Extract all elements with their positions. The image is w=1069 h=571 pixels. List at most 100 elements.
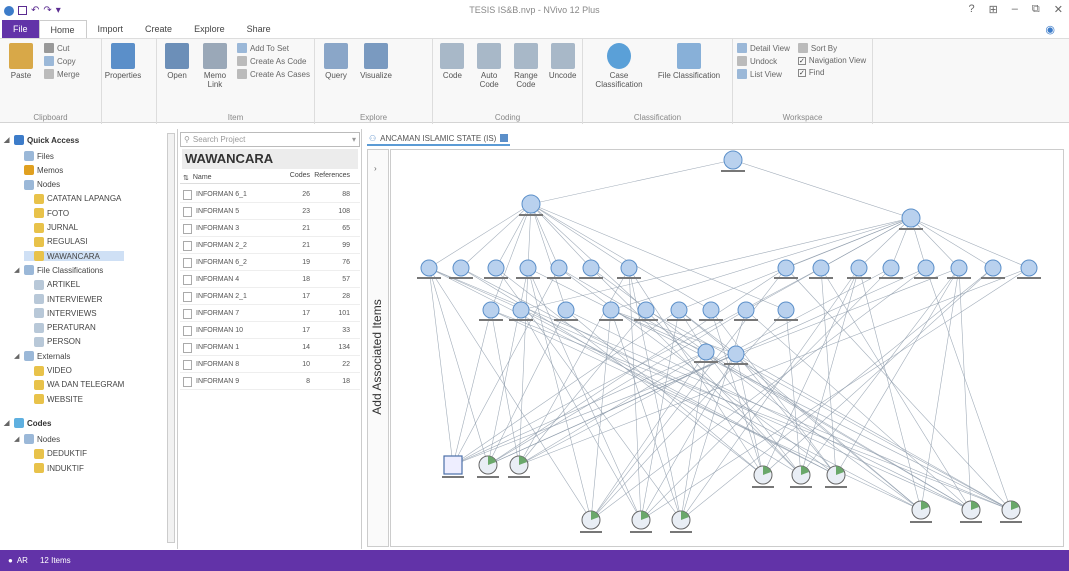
code-button[interactable]: Code: [437, 43, 468, 80]
search-dropdown-icon[interactable]: ▾: [352, 135, 356, 144]
table-row[interactable]: INFORMAN 6_2 19 76: [180, 255, 360, 271]
header-codes[interactable]: Codes: [280, 172, 314, 183]
nav-item[interactable]: ◢ Externals: [14, 351, 70, 362]
copy-button[interactable]: Copy: [44, 56, 80, 66]
table-row[interactable]: INFORMAN 5 23 108: [180, 204, 360, 220]
close-tab-icon[interactable]: [500, 134, 509, 142]
map-node-case[interactable]: [697, 343, 715, 361]
map-node-code[interactable]: [557, 301, 575, 319]
table-row[interactable]: INFORMAN 8 10 22: [180, 357, 360, 373]
table-row[interactable]: INFORMAN 9 8 18: [180, 374, 360, 390]
query-button[interactable]: Query: [319, 43, 353, 80]
range-code-button[interactable]: Range Code: [511, 43, 542, 89]
add-to-set-button[interactable]: Add To Set: [236, 43, 310, 53]
map-node-parent[interactable]: [521, 194, 541, 214]
expand-icon[interactable]: ◢: [14, 352, 21, 360]
properties-button[interactable]: Properties: [105, 43, 141, 80]
nav-item[interactable]: VIDEO: [24, 365, 72, 376]
detail-tab[interactable]: ⚇ ANCAMAN ISLAMIC STATE (IS): [367, 132, 511, 146]
nav-item[interactable]: ◢ Nodes: [14, 434, 60, 445]
help-icon[interactable]: ◉: [1045, 23, 1055, 36]
navigation-view-checkbox[interactable]: ✓ Navigation View: [797, 56, 866, 65]
expand-icon[interactable]: ◢: [4, 419, 11, 427]
tab-create[interactable]: Create: [134, 20, 183, 38]
table-row[interactable]: INFORMAN 1 14 134: [180, 340, 360, 356]
auto-code-button[interactable]: Auto Code: [474, 43, 505, 89]
help-question-icon[interactable]: ?: [968, 3, 974, 16]
nav-item[interactable]: WEBSITE: [24, 394, 83, 405]
project-map-svg[interactable]: [391, 150, 1063, 546]
nav-item[interactable]: ◢ Codes: [4, 418, 51, 429]
map-node-code[interactable]: [637, 301, 655, 319]
table-row[interactable]: INFORMAN 10 17 33: [180, 323, 360, 339]
detail-view-button[interactable]: Detail View: [737, 43, 790, 53]
map-node-code[interactable]: [702, 301, 720, 319]
map-node-code[interactable]: [482, 301, 500, 319]
nav-item[interactable]: INTERVIEWER: [24, 294, 102, 304]
tab-explore[interactable]: Explore: [183, 20, 236, 38]
create-as-code-button[interactable]: Create As Code: [236, 56, 310, 66]
tab-import[interactable]: Import: [87, 20, 135, 38]
table-row[interactable]: INFORMAN 4 18 57: [180, 272, 360, 288]
expand-icon[interactable]: ◢: [4, 136, 11, 144]
map-node-code[interactable]: [620, 259, 638, 277]
map-node-code[interactable]: [950, 259, 968, 277]
nav-item[interactable]: ARTIKEL: [24, 279, 80, 290]
nav-item[interactable]: WA DAN TELEGRAM: [24, 379, 124, 390]
map-node-code[interactable]: [812, 259, 830, 277]
tab-file[interactable]: File: [2, 20, 39, 38]
nav-item[interactable]: Files: [14, 151, 54, 161]
map-node-code[interactable]: [984, 259, 1002, 277]
map-node-code[interactable]: [670, 301, 688, 319]
map-node-code[interactable]: [777, 259, 795, 277]
tab-home[interactable]: Home: [38, 20, 87, 38]
nav-item[interactable]: JURNAL: [24, 222, 78, 233]
nav-item[interactable]: PERATURAN: [24, 322, 96, 333]
visualize-button[interactable]: Visualize: [359, 43, 393, 80]
map-node-code[interactable]: [882, 259, 900, 277]
project-map-canvas[interactable]: [390, 149, 1064, 547]
nav-scrollbar[interactable]: [167, 133, 175, 543]
map-node-parent[interactable]: [901, 208, 921, 228]
nav-item[interactable]: ◢ File Classifications: [14, 265, 103, 276]
map-node-code[interactable]: [917, 259, 935, 277]
header-references[interactable]: References: [314, 172, 354, 183]
table-row[interactable]: INFORMAN 2_2 21 99: [180, 238, 360, 254]
map-node-root[interactable]: [723, 150, 743, 170]
nav-item[interactable]: PERSON: [24, 336, 81, 347]
sort-by-button[interactable]: Sort By: [797, 43, 866, 53]
map-node-code[interactable]: [519, 259, 537, 277]
expand-icon[interactable]: ◢: [14, 266, 21, 274]
nav-item[interactable]: WAWANCARA: [24, 251, 124, 262]
map-node-case[interactable]: [727, 345, 745, 363]
merge-button[interactable]: Merge: [44, 69, 80, 79]
close-button[interactable]: ✕: [1054, 3, 1063, 16]
nav-item[interactable]: INTERVIEWS: [24, 308, 97, 319]
cut-button[interactable]: Cut: [44, 43, 80, 53]
nav-item[interactable]: INDUKTIF: [24, 463, 84, 473]
uncode-button[interactable]: Uncode: [547, 43, 578, 80]
nav-item[interactable]: ◢ Quick Access: [4, 135, 79, 145]
map-node-code[interactable]: [582, 259, 600, 277]
map-node-code[interactable]: [602, 301, 620, 319]
restore-button[interactable]: ⧉: [1032, 3, 1040, 16]
open-button[interactable]: Open: [161, 43, 193, 80]
create-as-cases-button[interactable]: Create As Cases: [236, 69, 310, 79]
search-input[interactable]: ⚲ Search Project ▾: [180, 132, 360, 147]
tab-share[interactable]: Share: [236, 20, 282, 38]
map-node-code[interactable]: [452, 259, 470, 277]
nav-item[interactable]: CATATAN LAPANGA: [24, 193, 121, 204]
nav-item[interactable]: FOTO: [24, 208, 69, 219]
expand-icon[interactable]: ◢: [14, 435, 21, 443]
map-node-code[interactable]: [550, 259, 568, 277]
paste-button[interactable]: Paste: [4, 43, 38, 80]
file-classification-button[interactable]: File Classification: [657, 43, 721, 80]
list-view-button[interactable]: List View: [737, 69, 790, 79]
case-classification-button[interactable]: Case Classification: [587, 43, 651, 89]
table-row[interactable]: INFORMAN 6_1 26 88: [180, 187, 360, 203]
memo-link-button[interactable]: Memo Link: [199, 43, 231, 89]
map-node-code[interactable]: [850, 259, 868, 277]
map-node-code[interactable]: [1020, 259, 1038, 277]
map-node-code[interactable]: [777, 301, 795, 319]
chevron-right-icon[interactable]: ›: [374, 164, 377, 173]
